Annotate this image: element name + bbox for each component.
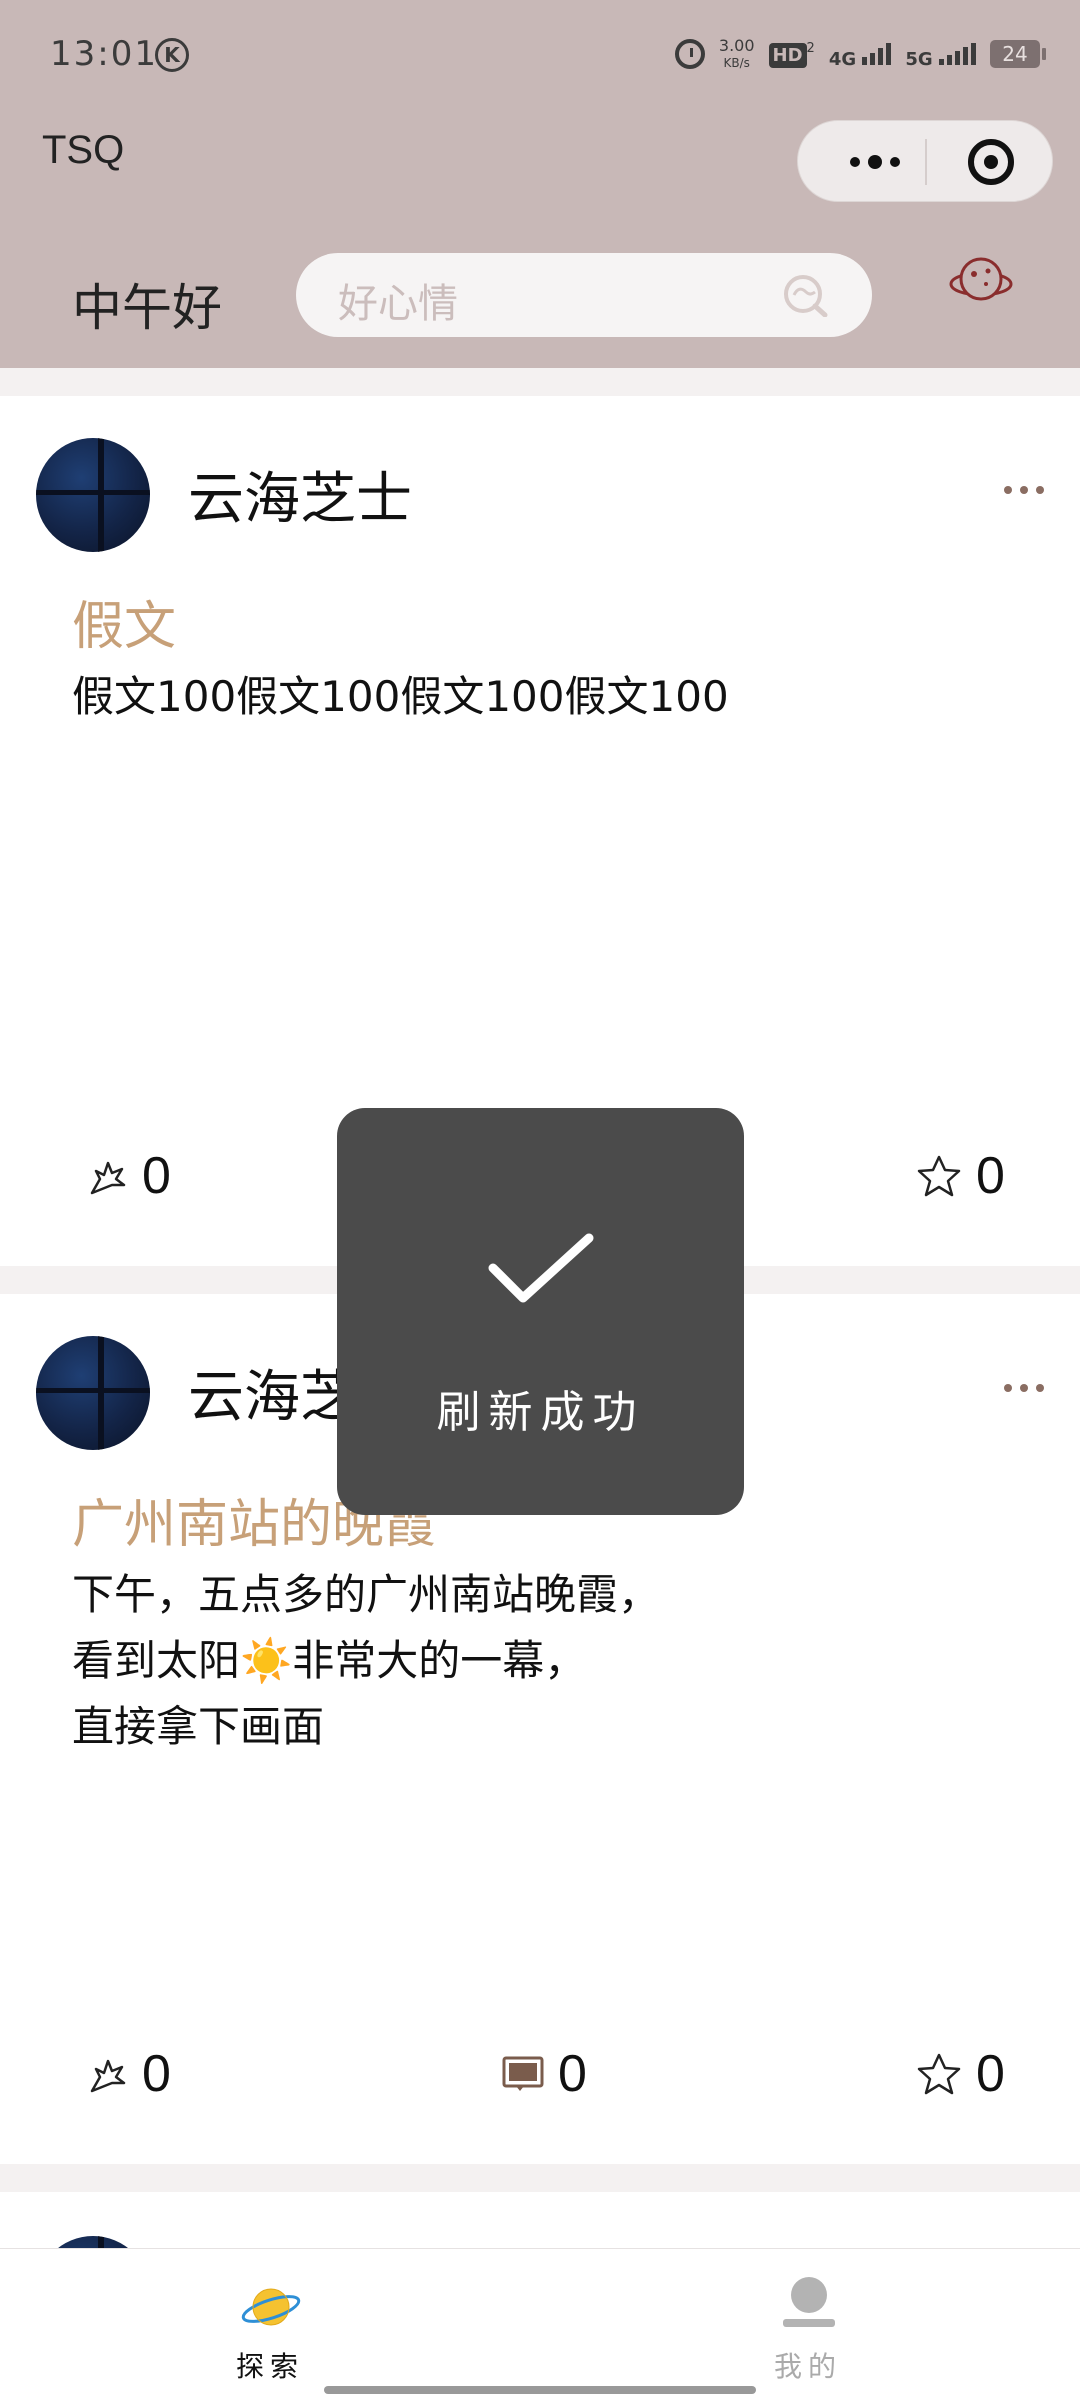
close-miniprogram-button[interactable] bbox=[968, 139, 1014, 185]
k-app-icon: K bbox=[155, 38, 189, 72]
like-count: 0 bbox=[142, 1147, 171, 1205]
search-icon[interactable] bbox=[782, 273, 828, 317]
post-more-icon[interactable] bbox=[1004, 486, 1044, 494]
clap-icon bbox=[90, 1161, 126, 1195]
star-icon bbox=[917, 1155, 961, 1197]
tab-explore[interactable]: 探索 bbox=[170, 2249, 370, 2401]
tab-mine[interactable]: 我的 bbox=[708, 2249, 908, 2401]
planet-icon[interactable] bbox=[946, 252, 1016, 312]
tab-explore-label: 探索 bbox=[235, 2350, 304, 2383]
post-body: 假文100假文100假文100假文100 bbox=[72, 672, 729, 721]
toast: 刷新成功 bbox=[337, 1108, 744, 1515]
greeting-text: 中午好 bbox=[72, 279, 222, 337]
like-button[interactable]: 0 bbox=[86, 2044, 171, 2104]
mini-program-capsule bbox=[797, 120, 1053, 202]
status-bar: 13:01 K 3.00 KB/s HD 2 4G 5G 24 bbox=[0, 0, 1080, 110]
alarm-icon bbox=[674, 39, 705, 69]
user-icon bbox=[783, 2277, 835, 2327]
avatar[interactable] bbox=[36, 438, 150, 552]
star-button[interactable]: 0 bbox=[916, 2044, 1005, 2104]
checkmark-icon bbox=[488, 1233, 594, 1303]
like-count: 0 bbox=[142, 2045, 171, 2103]
home-indicator[interactable] bbox=[324, 2386, 756, 2394]
planet-icon bbox=[241, 2288, 301, 2326]
star-button[interactable]: 0 bbox=[916, 1146, 1005, 1206]
star-count: 0 bbox=[976, 1147, 1005, 1205]
like-button[interactable]: 0 bbox=[86, 1146, 171, 1206]
toast-message: 刷新成功 bbox=[436, 1387, 645, 1438]
app-title: TSQ bbox=[42, 128, 125, 172]
tab-mine-label: 我的 bbox=[773, 2350, 842, 2383]
post-body: 下午，五点多的广州南站晚霞， 看到太阳☀️非常大的一幕， 直接拿下画面 bbox=[72, 1570, 661, 1751]
network-speed-value: 3.00 bbox=[718, 35, 755, 55]
network-speed: 3.00 KB/s bbox=[718, 35, 755, 71]
post-username[interactable]: 云海芝士 bbox=[188, 454, 412, 535]
clap-icon bbox=[90, 2059, 126, 2093]
avatar[interactable] bbox=[36, 1336, 150, 1450]
battery-icon: 24 bbox=[990, 40, 1046, 68]
capsule-divider bbox=[925, 139, 927, 185]
comment-button[interactable]: 0 bbox=[502, 2044, 587, 2104]
header: 13:01 K 3.00 KB/s HD 2 4G 5G 24 TSQ 中午好 好… bbox=[0, 0, 1080, 368]
network-speed-unit: KB/s bbox=[723, 55, 750, 70]
signal-5g-icon: 5G bbox=[905, 39, 976, 70]
star-count: 0 bbox=[976, 2045, 1005, 2103]
hd-icon: HD 2 bbox=[768, 41, 815, 68]
status-icons: 3.00 KB/s HD 2 4G 5G 24 bbox=[674, 34, 1046, 74]
search-bar[interactable]: 好心情 bbox=[296, 253, 872, 337]
more-options-button[interactable] bbox=[830, 145, 920, 179]
comment-icon bbox=[502, 2056, 544, 2091]
status-time: 13:01 bbox=[50, 34, 158, 74]
signal-4g-icon: 4G bbox=[829, 39, 892, 70]
star-icon bbox=[917, 2053, 961, 2095]
bottom-tab-bar: 探索 我的 bbox=[0, 2248, 1080, 2401]
post-title: 假文 bbox=[72, 597, 177, 657]
search-placeholder: 好心情 bbox=[338, 281, 458, 327]
comment-count: 0 bbox=[558, 2045, 587, 2103]
post-more-icon[interactable] bbox=[1004, 1384, 1044, 1392]
